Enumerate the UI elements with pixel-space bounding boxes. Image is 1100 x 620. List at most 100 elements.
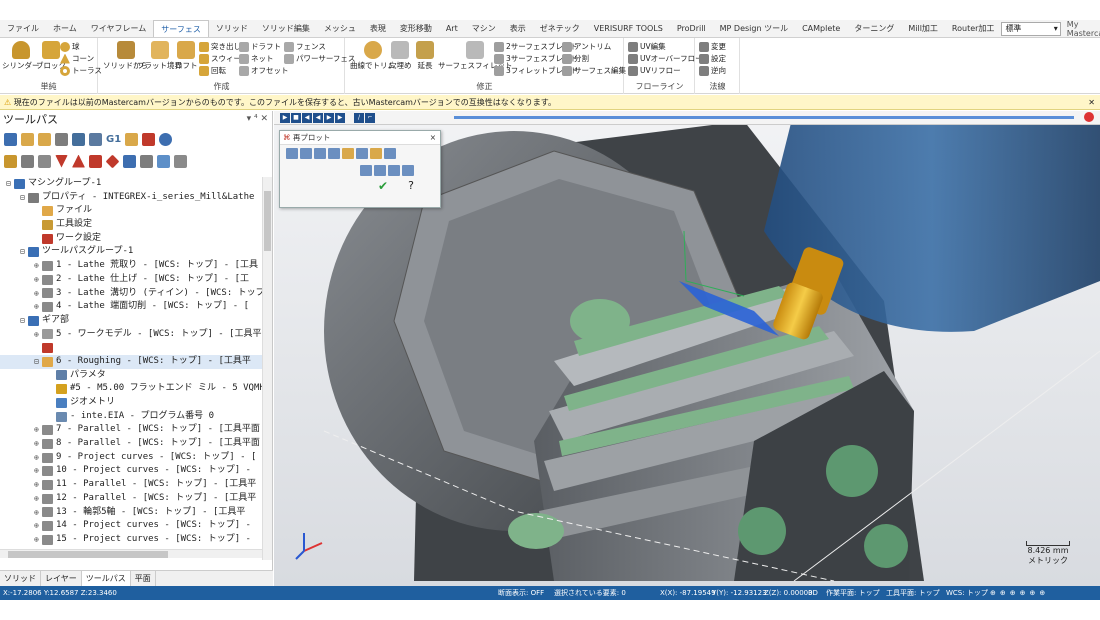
trace-icon[interactable]: / <box>354 112 364 123</box>
screen-capture-icon[interactable] <box>374 165 386 176</box>
tree-item[interactable]: ⊕ 1 - Lathe 荒取り - [WCS: トップ] - [工具 <box>0 259 262 273</box>
tree-item[interactable]: ⊕ 14 - Project curves - [WCS: トップ] - <box>0 519 262 533</box>
expand-icon[interactable]: ⊕ <box>34 328 42 342</box>
tab-16[interactable]: CAMplete <box>795 20 847 37</box>
tree-item[interactable]: ジオメトリ <box>0 396 262 410</box>
display-rapid-icon[interactable] <box>328 148 340 159</box>
tree-item[interactable]: ⊕ 5 - ワークモデル - [WCS: トップ] - [工具平 <box>0 328 262 342</box>
power-surface-button[interactable]: パワーサーフェス <box>284 53 355 64</box>
step-back-icon[interactable]: ◀ <box>302 112 312 123</box>
expand-icon[interactable]: ⊕ <box>34 506 42 520</box>
z-readout[interactable]: Z(Z): 0.00000 <box>764 586 813 600</box>
expand-icon[interactable]: ⊟ <box>20 314 28 328</box>
tree-item[interactable]: ⊕ 2 - Lathe 仕上げ - [WCS: トップ] - [工 <box>0 273 262 287</box>
wcs-status[interactable]: WCS: トップ <box>946 586 990 600</box>
revolve-button[interactable]: 回転 <box>199 65 226 76</box>
select-invalid-icon[interactable] <box>21 132 34 146</box>
tree-item[interactable] <box>0 341 262 355</box>
tree-item[interactable]: ⊟ プロパティ - INTEGREX-i_series_Mill&Lathe <box>0 191 262 205</box>
section-view-status[interactable]: 断面表示: OFF <box>498 586 554 600</box>
help-question-icon[interactable]: ? <box>408 179 414 193</box>
extend-button[interactable]: 延長 <box>416 41 434 71</box>
tree-item[interactable]: ⊕ 7 - Parallel - [WCS: トップ] - [工具平面 <box>0 423 262 437</box>
dimension-mode[interactable]: 3D <box>808 586 826 600</box>
bottom-tab-0[interactable]: ソリッド <box>0 571 41 586</box>
y-readout[interactable]: Y(Y): -12.93123 <box>712 586 767 600</box>
x-readout[interactable]: X(X): -87.19549 <box>660 586 716 600</box>
hscroll-thumb[interactable] <box>8 551 168 558</box>
warning-close-icon[interactable]: ✕ <box>1088 95 1095 110</box>
diamond-icon[interactable] <box>105 154 120 168</box>
offset-button[interactable]: オフセット <box>239 65 289 76</box>
regenerate-dirty-icon[interactable] <box>55 132 68 146</box>
net-button[interactable]: ネット <box>239 53 274 64</box>
draft-button[interactable]: ドラフト <box>239 41 281 52</box>
rewind-icon[interactable]: ◀ <box>313 112 323 123</box>
expand-icon[interactable]: ⊕ <box>34 492 42 506</box>
expand-icon[interactable]: ⊕ <box>34 451 42 465</box>
tree-item[interactable]: - inte.EIA - プログラム番号 0 <box>0 410 262 424</box>
view-globe-icons[interactable]: ⊕⊕⊕⊕⊕⊕ <box>990 586 1049 600</box>
tree-item[interactable]: ⊟ ギア部 <box>0 314 262 328</box>
display-endpoint-icon[interactable] <box>356 148 368 159</box>
tab-19[interactable]: Router加工 <box>945 20 1002 37</box>
cone-button[interactable]: コーン <box>60 53 94 64</box>
bottom-tab-3[interactable]: 平面 <box>131 571 156 586</box>
tree-item[interactable]: ワーク設定 <box>0 232 262 246</box>
expand-icon[interactable]: ⊟ <box>6 177 14 191</box>
edit-icon[interactable] <box>142 132 156 146</box>
panel-pin-controls[interactable]: ▾ ⁴ ✕ <box>247 111 268 128</box>
untrim-button[interactable]: アントリム <box>562 41 611 52</box>
group-select-icon[interactable] <box>140 154 153 168</box>
tree-item[interactable]: ⊕ 12 - Parallel - [WCS: トップ] - [工具平 <box>0 492 262 506</box>
tree-item[interactable]: ⊟ 6 - Roughing - [WCS: トップ] - [工具平 <box>0 354 262 369</box>
expand-icon[interactable]: ⊕ <box>34 259 42 273</box>
backplot-close-button[interactable]: × <box>430 131 436 145</box>
tab-13[interactable]: VERISURF TOOLS <box>587 20 670 37</box>
play-icon[interactable]: ▶ <box>280 112 290 123</box>
sphere-button[interactable]: 球 <box>60 41 80 52</box>
simulation-slider[interactable] <box>454 116 1074 119</box>
tab-17[interactable]: ターニング <box>847 20 901 37</box>
tree-item[interactable]: ⊕ 9 - Project curves - [WCS: トップ] - [ <box>0 451 262 465</box>
tab-5[interactable]: ソリッド編集 <box>255 20 317 37</box>
tplane-status[interactable]: 工具平面: トップ <box>886 586 946 600</box>
tab-6[interactable]: メッシュ <box>317 20 363 37</box>
expand-icon[interactable]: ⊕ <box>34 519 42 533</box>
stop-icon[interactable]: ■ <box>291 112 301 123</box>
pointer-icon[interactable] <box>123 154 136 168</box>
save-icon[interactable] <box>402 165 414 176</box>
split-button[interactable]: 分割 <box>562 53 589 64</box>
surface-edit-button[interactable]: サーフェス編集 <box>562 65 626 76</box>
backplot-icon[interactable] <box>72 132 85 146</box>
tab-3[interactable]: サーフェス <box>153 20 209 37</box>
select-all-icon[interactable] <box>4 132 17 146</box>
g1-icon[interactable]: G1 <box>106 134 121 145</box>
fill-holes-button[interactable]: 穴埋め <box>389 41 412 71</box>
tab-2[interactable]: ワイヤフレーム <box>84 20 154 37</box>
style-combo[interactable]: 標準 <box>1001 21 1061 36</box>
insert-arrow-icon[interactable] <box>89 154 102 168</box>
torus-button[interactable]: トーラス <box>60 65 102 76</box>
tab-12[interactable]: ゼネテック <box>533 20 587 37</box>
ok-check-icon[interactable]: ✔ <box>378 179 388 193</box>
move-down-icon[interactable] <box>55 154 68 168</box>
tab-7[interactable]: 表現 <box>363 20 393 37</box>
tree-item[interactable]: 工具設定 <box>0 218 262 232</box>
normal-reverse-button[interactable]: 逆向 <box>699 65 726 76</box>
expand-icon[interactable]: ⊕ <box>34 300 42 314</box>
uv-reflow-button[interactable]: UVリフロー <box>628 65 681 76</box>
tree-item[interactable]: ⊟ ツールパスグループ-1 <box>0 245 262 259</box>
display-shaded-icon[interactable] <box>370 148 382 159</box>
display-info-icon[interactable] <box>384 148 396 159</box>
cplane-status[interactable]: 作業平面: トップ <box>826 586 886 600</box>
forward-icon[interactable]: ▶ <box>324 112 334 123</box>
loft-button[interactable]: ロフト <box>175 41 198 71</box>
uv-overflow-button[interactable]: UVオーバーフロー <box>628 53 703 64</box>
tree-item[interactable]: #5 - M5.00 フラットエンド ミル - 5 VQMH <box>0 382 262 396</box>
verify-icon[interactable] <box>89 132 102 146</box>
bottom-tab-1[interactable]: レイヤー <box>41 571 82 586</box>
move-up-icon[interactable] <box>72 154 85 168</box>
account-label[interactable]: My Mastercam <box>1067 20 1100 38</box>
step-forward-icon[interactable]: ▶ <box>335 112 345 123</box>
